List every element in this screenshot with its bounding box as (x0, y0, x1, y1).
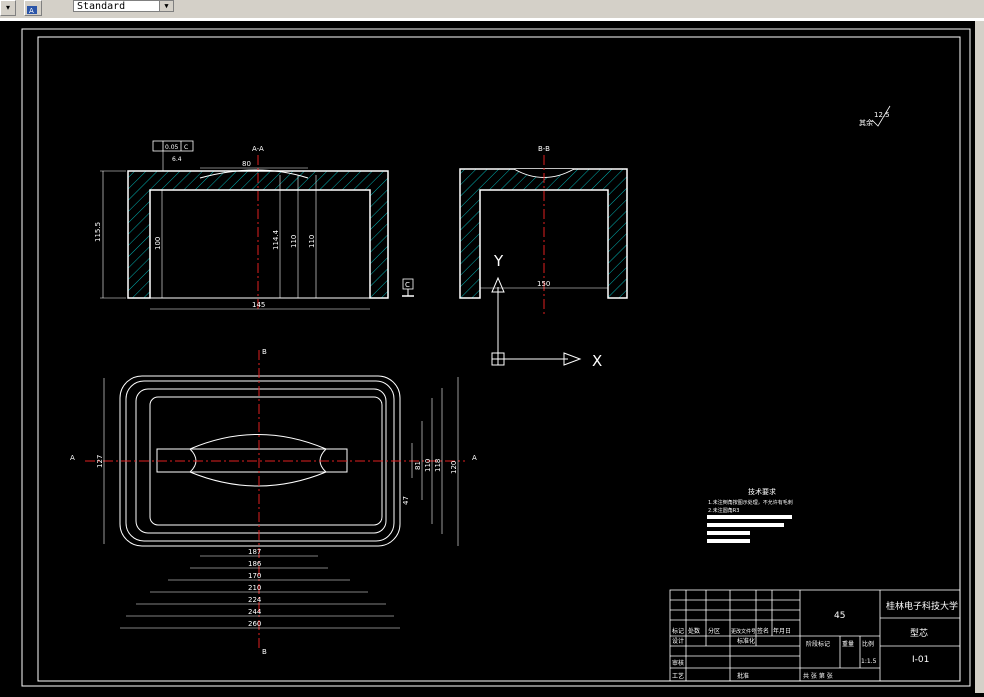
tb-cell-standard: 标准化 (737, 637, 755, 645)
section-aa-view: A-A 115.5 100 114.4 110 110 80 145 0.05 … (94, 140, 414, 310)
ucs-icon: Y X (491, 252, 602, 370)
text-style-combo[interactable]: Standard ▼ (73, 0, 174, 12)
toolbar: ▾ A Standard ▼ (0, 0, 984, 19)
section-b-label-top: B (262, 348, 267, 356)
tb-cell-zone: 分区 (708, 627, 720, 635)
ucs-x-label: X (592, 352, 602, 370)
roughness-top: 6.4 (172, 156, 182, 163)
section-b-label-bottom: B (262, 648, 267, 656)
dim-plan-small: 47 (402, 496, 410, 505)
dim-plan-left-height: 127 (96, 455, 104, 468)
tb-cell-count: 处数 (688, 627, 700, 635)
roughness-corner-value: 12.5 (874, 111, 890, 119)
drawing-canvas[interactable]: A-A 115.5 100 114.4 110 110 80 145 0.05 … (0, 21, 975, 693)
tb-drawing-no: I-01 (912, 655, 929, 665)
tech-line-1: 1.未注倒角按图示处理，不允许有毛刺 (708, 499, 793, 506)
tb-cell-date: 年月日 (773, 627, 791, 635)
tech-title: 技术要求 (748, 487, 776, 496)
roughness-corner-symbol: 其余 12.5 (859, 105, 891, 127)
dim-bb-width: 150 (537, 280, 550, 288)
dim-top-width: 80 (242, 160, 251, 168)
tb-cell-review: 审核 (672, 659, 684, 667)
text-style-icon[interactable]: A (24, 0, 42, 16)
tb-part-name: 型芯 (910, 627, 928, 639)
tb-material: 45 (834, 611, 845, 621)
plan-width-dim-label: 244 (248, 608, 262, 616)
plan-width-dim-label: 170 (248, 572, 261, 580)
tb-cell-design: 设计 (672, 637, 684, 645)
plan-view: A A B B 127 81 110 118 120 47 (70, 348, 477, 656)
dim-plan-right-3: 118 (434, 459, 442, 472)
ucs-y-label: Y (493, 252, 504, 270)
plan-width-dim-label: 224 (248, 596, 262, 604)
roughness-corner-prefix: 其余 (859, 118, 873, 127)
dim-depth-1: 114.4 (272, 229, 280, 250)
tb-cell-change: 更改文件号 (731, 628, 756, 635)
text-style-value: Standard (77, 1, 126, 12)
plan-width-dim-label: 210 (248, 584, 261, 592)
dim-depth-2: 110 (290, 235, 298, 248)
tech-requirements: 技术要求 1.未注倒角按图示处理，不允许有毛刺 2.未注圆角R3 (707, 487, 793, 543)
chevron-down-icon[interactable]: ▼ (159, 1, 173, 11)
plan-width-dim-label: 187 (248, 548, 261, 556)
tolerance-value: 0.05 (165, 144, 179, 151)
dim-depth-3: 110 (308, 235, 316, 248)
plan-width-dim-label: 186 (248, 560, 262, 568)
dim-plan-right-2: 110 (424, 459, 432, 472)
tb-scale: 1:1.5 (861, 658, 877, 665)
tech-line-2: 2.未注圆角R3 (708, 507, 739, 514)
tb-cell-sheets: 共 张 第 张 (803, 672, 833, 680)
tb-cell-mark: 标记 (672, 627, 684, 635)
tb-school: 桂林电子科技大学 (886, 600, 958, 612)
section-bb-view: B-B 150 (459, 145, 628, 315)
tb-cell-stage: 阶段标记 (806, 640, 830, 648)
dim-overall-height: 115.5 (94, 222, 102, 242)
section-a-label-right: A (472, 454, 477, 462)
cad-drawing: A-A 115.5 100 114.4 110 110 80 145 0.05 … (21, 28, 971, 687)
view-a-title: A-A (252, 145, 264, 153)
dim-inner-height: 100 (154, 237, 162, 250)
vertical-scrollbar[interactable] (975, 21, 984, 693)
view-b-title: B-B (538, 145, 550, 153)
tb-cell-process: 工艺 (672, 672, 684, 680)
tb-cell-sign: 签名 (757, 627, 769, 635)
tb-cell-ratio: 比例 (862, 640, 874, 648)
svg-text:A: A (29, 7, 34, 15)
section-a-label-left: A (70, 454, 75, 462)
dim-bottom-width: 145 (252, 301, 265, 309)
plan-bottom-dims: 187 186 170 210 224 244 260 (120, 548, 400, 629)
outer-frame (21, 28, 971, 687)
dropdown-arrow-icon[interactable]: ▾ (0, 0, 16, 16)
tb-cell-approve: 批准 (737, 672, 749, 680)
datum-letter: C (405, 281, 410, 289)
dim-plan-right-1: 81 (414, 461, 422, 470)
dim-plan-right-4: 120 (450, 461, 458, 474)
tb-cell-weight: 重量 (842, 640, 854, 648)
plan-width-dim-label: 260 (248, 620, 261, 628)
tolerance-datum: C (184, 144, 188, 151)
